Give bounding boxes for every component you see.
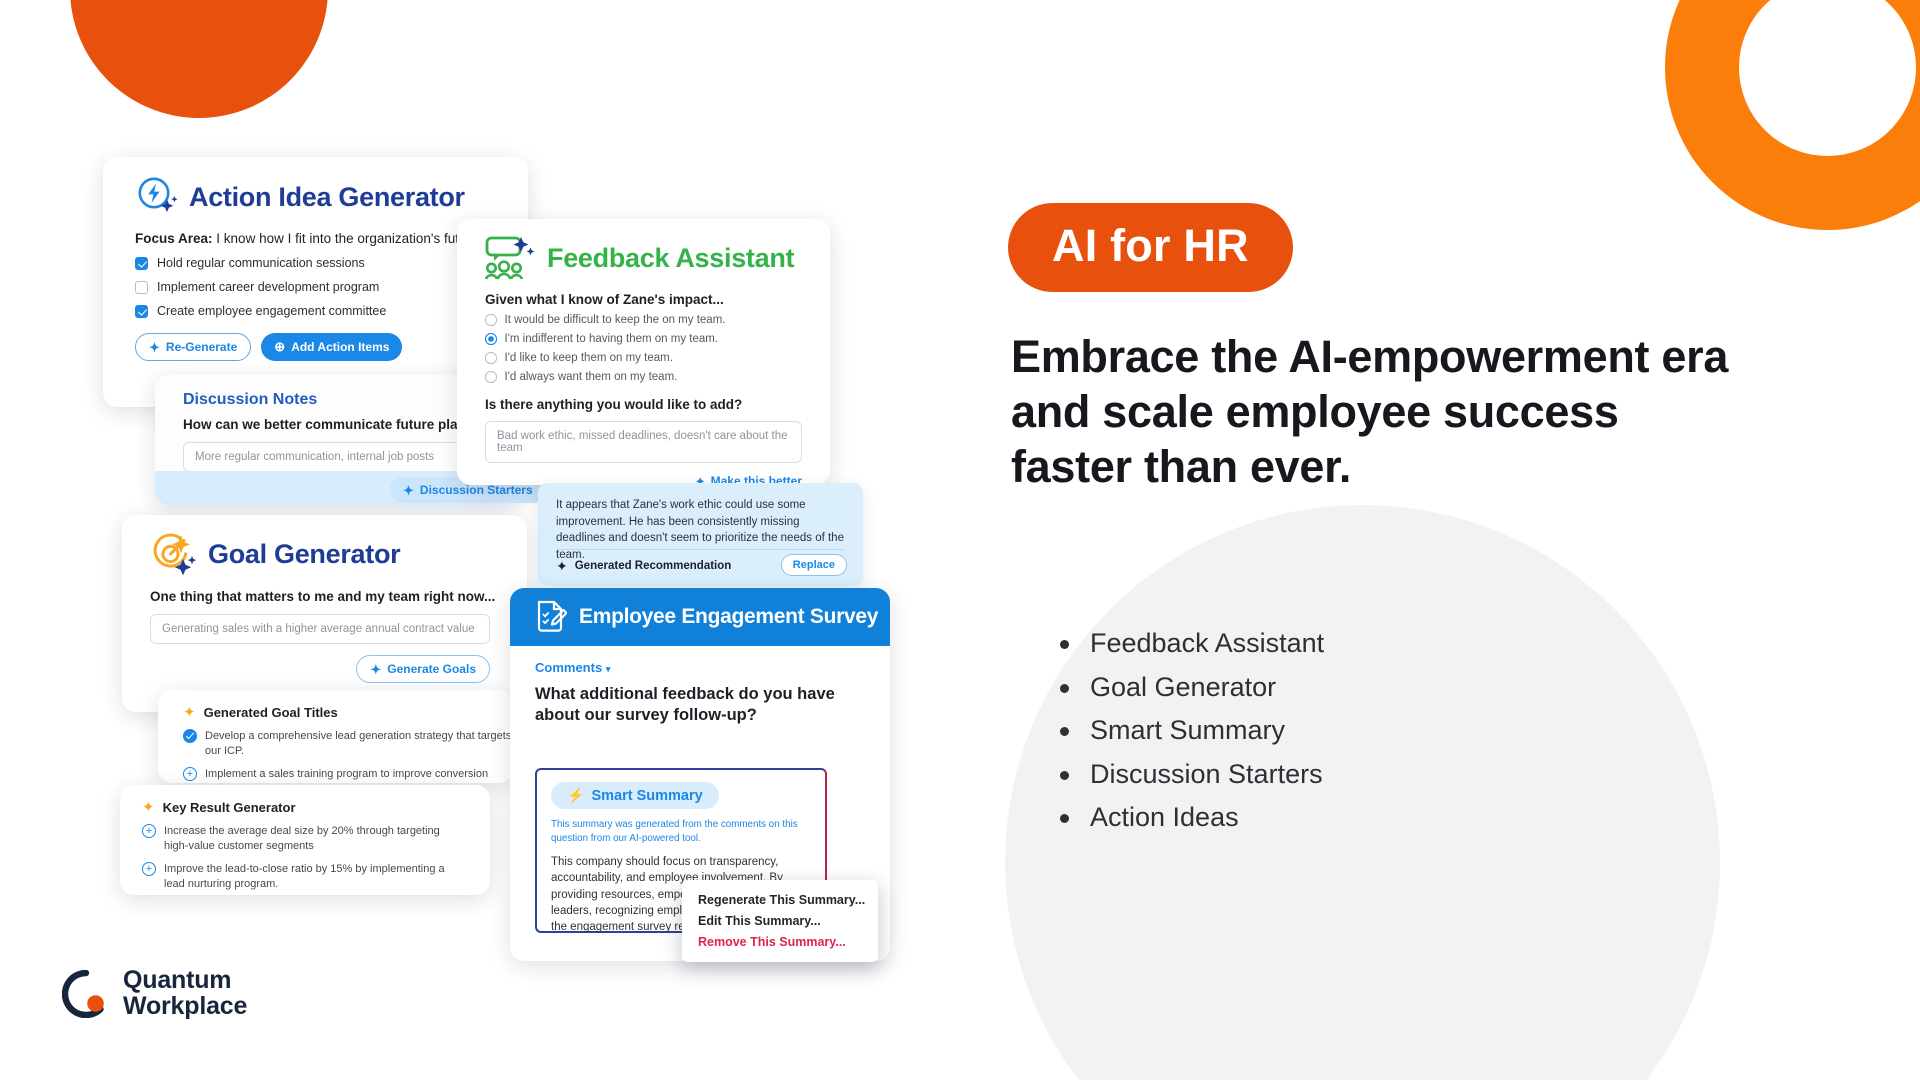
goal-generator-title: Goal Generator [208,538,401,569]
recommendation-divider [556,549,845,550]
sparkle-icon: ✦ [149,339,160,355]
feature-list-item: Discussion Starters [1054,760,1324,788]
key-result-item[interactable]: + Increase the average deal size by 20% … [142,824,467,853]
feature-list-item: Smart Summary [1054,717,1324,744]
radio-unselected-icon[interactable] [485,371,497,383]
context-menu-item-edit[interactable]: Edit This Summary... [682,910,878,931]
ai-for-hr-badge: AI for HR [1008,203,1293,292]
survey-title: Employee Engagement Survey [579,605,879,628]
employee-engagement-survey-card: Employee Engagement Survey Comments ▾ Wh… [510,588,890,962]
action-idea-generator-title: Action Idea Generator [189,181,465,212]
context-menu-item-remove[interactable]: Remove This Summary... [682,931,878,952]
key-result-item[interactable]: + Improve the lead-to-close ratio by 15%… [142,862,467,891]
comments-dropdown[interactable]: Comments ▾ [535,660,890,675]
logo-line-2: Workplace [123,991,248,1020]
add-action-items-label: Add Action Items [291,340,390,354]
feature-list: Feedback Assistant Goal Generator Smart … [1054,630,1324,848]
sparkle-icon: ✦ [142,799,155,816]
re-generate-button[interactable]: ✦ Re-Generate [135,333,252,361]
check-circle-icon[interactable] [183,729,197,743]
replace-label: Replace [792,559,835,571]
re-generate-label: Re-Generate [165,340,238,354]
goal-title-text: Develop a comprehensive lead generation … [205,730,512,757]
smart-summary-context-menu: Regenerate This Summary... Edit This Sum… [682,880,878,962]
feedback-additional-input[interactable]: Bad work ethic, missed deadlines, doesn'… [485,421,802,463]
feedback-option-row[interactable]: I'd always want them on my team. [485,371,830,383]
sparkle-icon: ✦ [556,558,568,574]
generate-goals-label: Generate Goals [387,662,476,676]
feature-list-item: Goal Generator [1054,673,1324,701]
quantum-workplace-logo: Quantum Workplace [62,966,248,1020]
radio-unselected-icon[interactable] [485,314,497,326]
chat-people-sparkle-icon [485,236,535,280]
radio-unselected-icon[interactable] [485,352,497,364]
feedback-option-row[interactable]: It would be difficult to keep the on my … [485,314,830,326]
plus-circle-icon[interactable]: + [183,767,197,782]
feature-list-item: Action Ideas [1054,804,1324,831]
smart-summary-chip[interactable]: ⚡ Smart Summary [551,782,719,809]
key-result-generator-title: Key Result Generator [162,800,296,815]
checkbox-unchecked-icon[interactable] [135,280,148,294]
radio-selected-icon[interactable] [485,333,497,345]
generate-goals-button[interactable]: ✦ Generate Goals [356,655,490,683]
generated-recommendation-card: It appears that Zane's work ethic could … [538,483,863,586]
discussion-notes-input[interactable]: More regular communication, internal job… [183,442,483,472]
add-action-items-button[interactable]: ⊕ Add Action Items [261,333,403,361]
feedback-assistant-card: Feedback Assistant Given what I know of … [457,219,830,488]
plus-circle-icon[interactable]: + [142,862,156,877]
survey-document-pencil-icon [537,600,567,632]
feedback-question-2: Is there anything you would like to add? [485,397,743,412]
focus-area-label: Focus Area: [135,231,213,246]
key-result-text: Improve the lead-to-close ratio by 15% b… [164,863,445,890]
feedback-option-label: I'd like to keep them on my team. [504,352,673,364]
lightning-bolt-sparkle-icon [138,177,178,213]
action-checkbox-label: Create employee engagement committee [157,304,387,318]
feedback-option-label: I'm indifferent to having them on my tea… [504,333,719,345]
slide-root: Action Idea Generator Focus Area: I know… [0,0,1920,1080]
orange-half-circle-decoration [70,0,328,118]
smart-summary-note: This summary was generated from the comm… [551,819,798,844]
context-menu-item-regenerate[interactable]: Regenerate This Summary... [682,889,878,910]
plus-circle-icon: ⊕ [274,339,286,354]
feedback-question-1: Given what I know of Zane's impact... [485,292,724,307]
sparkle-icon: ✦ [403,482,414,498]
feedback-option-label: It would be difficult to keep the on my … [504,314,726,326]
page-headline: Embrace the AI-empowerment era and scale… [1011,331,1729,492]
survey-question: What additional feedback do you have abo… [535,685,835,724]
recommendation-footer-label: Generated Recommendation [574,560,732,572]
goal-generator-input[interactable]: Generating sales with a higher average a… [150,614,490,644]
generated-goal-titles-title: Generated Goal Titles [203,705,338,720]
goal-title-item[interactable]: Develop a comprehensive lead generation … [183,729,513,758]
recommendation-body: It appears that Zane's work ethic could … [556,499,844,562]
feature-list-item: Feedback Assistant [1054,630,1324,657]
sparkle-icon: ✦ [183,704,196,721]
right-content-column: AI for HR Embrace the AI-empowerment era… [1008,0,1808,1080]
replace-button[interactable]: Replace [780,554,847,576]
target-sparkle-icon [153,533,197,576]
feedback-assistant-title: Feedback Assistant [547,242,795,273]
logo-line-1: Quantum [123,966,232,994]
smart-summary-chip-label: Smart Summary [591,787,703,804]
comments-label: Comments [535,660,603,675]
key-result-generator-card: ✦ Key Result Generator + Increase the av… [120,785,490,895]
feedback-option-row[interactable]: I'd like to keep them on my team. [485,352,830,364]
goal-generator-card: Goal Generator One thing that matters to… [122,515,527,712]
checkbox-checked-icon[interactable] [135,256,148,270]
lightning-bolt-icon: ⚡ [567,787,585,803]
feedback-option-row[interactable]: I'm indifferent to having them on my tea… [485,333,830,345]
goal-generator-prompt: One thing that matters to me and my team… [150,589,496,604]
survey-card-header: Employee Engagement Survey [510,588,890,646]
feedback-option-label: I'd always want them on my team. [504,371,678,383]
quantum-workplace-logo-text: Quantum Workplace [123,966,248,1020]
generated-goal-titles-card: ✦ Generated Goal Titles Develop a compre… [158,690,513,795]
action-checkbox-label: Implement career development program [157,280,380,294]
plus-circle-icon[interactable]: + [142,824,156,838]
checkbox-checked-icon[interactable] [135,304,148,318]
sparkle-icon: ✦ [370,661,382,677]
quantum-workplace-logo-icon [62,969,104,1018]
key-result-text: Increase the average deal size by 20% th… [164,825,440,852]
action-checkbox-label: Hold regular communication sessions [157,256,365,270]
chevron-down-icon: ▾ [605,664,611,674]
